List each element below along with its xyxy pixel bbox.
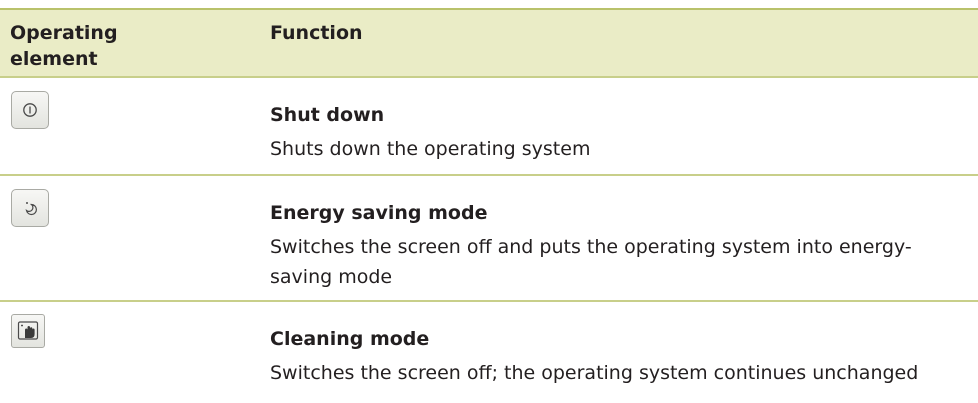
function-title: Cleaning mode [270, 328, 430, 350]
function-description: Switches the screen off and puts the ope… [270, 236, 912, 288]
table-row: Energy saving mode Switches the screen o… [0, 176, 978, 300]
function-title: Shut down [270, 104, 385, 126]
moon-icon[interactable] [11, 189, 49, 227]
function-title: Energy saving mode [270, 202, 488, 224]
cleaning-hand-icon[interactable] [11, 314, 45, 348]
table-row: Cleaning mode Switches the screen off; t… [0, 302, 978, 403]
power-icon[interactable] [11, 91, 49, 129]
header-operating-element: Operating element [10, 22, 118, 70]
function-description: Shuts down the operating system [270, 138, 591, 160]
table-row: Shut down Shuts down the operating syste… [0, 78, 978, 174]
header-function: Function [270, 22, 363, 44]
function-description: Switches the screen off; the operating s… [270, 362, 919, 384]
operating-elements-table: Operating element Function Shut down Shu… [0, 0, 978, 403]
